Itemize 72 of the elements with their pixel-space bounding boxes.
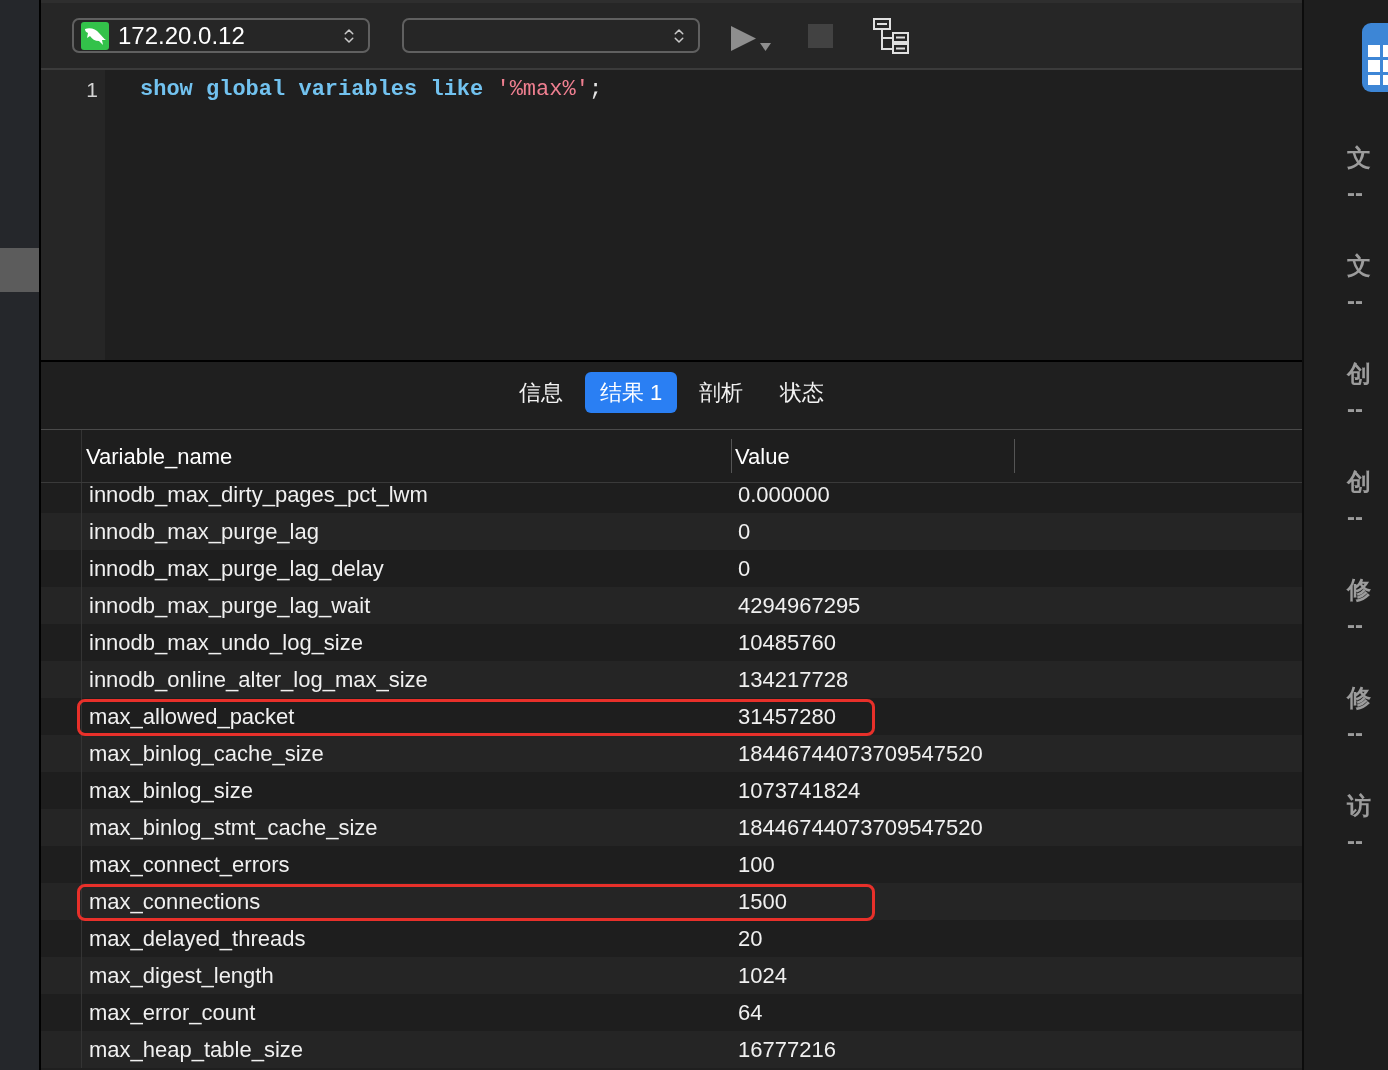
result-tab[interactable]: 剖析 <box>684 372 759 413</box>
table-cell-text: max_connections <box>88 888 262 916</box>
table-cell-text: innodb_online_alter_log_max_size <box>88 666 429 694</box>
table-row[interactable]: max_binlog_stmt_cache_size 18446744073709547520 <box>41 809 1302 846</box>
table-cell-text: 10485760 <box>737 629 837 657</box>
column-header[interactable]: Variable_name <box>82 430 731 482</box>
table-cell-text: max_binlog_stmt_cache_size <box>88 814 379 842</box>
result-tab[interactable]: 信息 <box>503 372 578 413</box>
field-value: -- <box>1347 826 1364 856</box>
line-number: 1 <box>86 77 98 103</box>
table-cell-text: max_binlog_cache_size <box>88 740 325 768</box>
table-cell-text: 18446744073709547520 <box>737 814 984 842</box>
code-line: show global variables like '%max%'; <box>140 76 603 104</box>
table-cell-text: 1024 <box>737 962 788 990</box>
table-cell-text: 20 <box>737 925 764 953</box>
table-cell-text: innodb_max_purge_lag_delay <box>88 555 385 583</box>
table-icon <box>1362 23 1388 92</box>
hierarchy-icon <box>873 17 909 54</box>
result-tab[interactable]: 状态 <box>765 372 840 413</box>
table-cell-text: 64 <box>737 999 764 1027</box>
field-label: 修 <box>1347 575 1372 605</box>
field-value: -- <box>1347 394 1364 424</box>
table-row[interactable]: max_digest_length 1024 <box>41 957 1302 994</box>
table-cell-text: 18446744073709547520 <box>737 740 984 768</box>
field-value: -- <box>1347 718 1364 748</box>
table-row[interactable]: innodb_online_alter_log_max_size 134217728 <box>41 661 1302 698</box>
stop-button[interactable] <box>808 23 833 48</box>
result-tab[interactable]: 结果 1 <box>584 372 678 413</box>
table-row[interactable]: max_binlog_cache_size 18446744073709547520 <box>41 735 1302 772</box>
field-label: 创 <box>1347 467 1372 497</box>
field-label: 访 <box>1347 791 1372 821</box>
table-row[interactable]: innodb_max_purge_lag_wait 4294967295 <box>41 587 1302 624</box>
table-row[interactable]: max_heap_table_size 16777216 <box>41 1031 1302 1068</box>
table-cell-text: 0 <box>737 555 752 583</box>
table-cell-text: 1073741824 <box>737 777 862 805</box>
table-cell-text: innodb_max_dirty_pages_pct_lwm <box>88 483 429 509</box>
table-cell-text: max_connect_errors <box>88 851 291 879</box>
table-cell-text: 16777216 <box>737 1036 837 1064</box>
database-select[interactable] <box>402 18 700 53</box>
table-cell-text: 1500 <box>737 888 788 916</box>
field-value: -- <box>1347 286 1364 316</box>
field-label: 文 <box>1347 143 1372 173</box>
table-cell-text: innodb_max_undo_log_size <box>88 629 364 657</box>
field-value: -- <box>1347 610 1364 640</box>
field-value: -- <box>1347 502 1364 532</box>
field-label: 文 <box>1347 251 1372 281</box>
table-row[interactable]: max_connections 1500 <box>41 883 1302 920</box>
connection-select[interactable]: 172.20.0.12 <box>72 18 370 53</box>
table-cell-text: max_error_count <box>88 999 257 1027</box>
table-cell-text: 0 <box>737 518 752 546</box>
field-label: 创 <box>1347 359 1372 389</box>
field-label: 修 <box>1347 683 1372 713</box>
table-cell-text: 100 <box>737 851 776 879</box>
table-cell-text: 31457280 <box>737 703 837 731</box>
stop-icon <box>808 23 833 48</box>
explain-button[interactable] <box>873 17 909 54</box>
play-icon <box>731 25 756 51</box>
caret-icon <box>760 42 771 51</box>
table-cell-text: innodb_max_purge_lag_wait <box>88 592 372 620</box>
table-cell-text: innodb_max_purge_lag <box>88 518 320 546</box>
table-cell-text: max_digest_length <box>88 962 275 990</box>
table-cell-text: max_delayed_threads <box>88 925 307 953</box>
table-cell-text: 4294967295 <box>737 592 862 620</box>
table-cell-text: 0.000000 <box>737 483 831 509</box>
table-cell-text: max_allowed_packet <box>88 703 296 731</box>
dolphin-icon <box>81 21 109 50</box>
table-cell-text: max_binlog_size <box>88 777 254 805</box>
table-cell-text: max_heap_table_size <box>88 1036 305 1064</box>
field-value: -- <box>1347 178 1364 208</box>
table-row[interactable]: innodb_max_purge_lag 0 <box>41 513 1302 550</box>
column-header[interactable]: Value <box>732 430 1014 482</box>
table-cell-text: 134217728 <box>737 666 850 694</box>
